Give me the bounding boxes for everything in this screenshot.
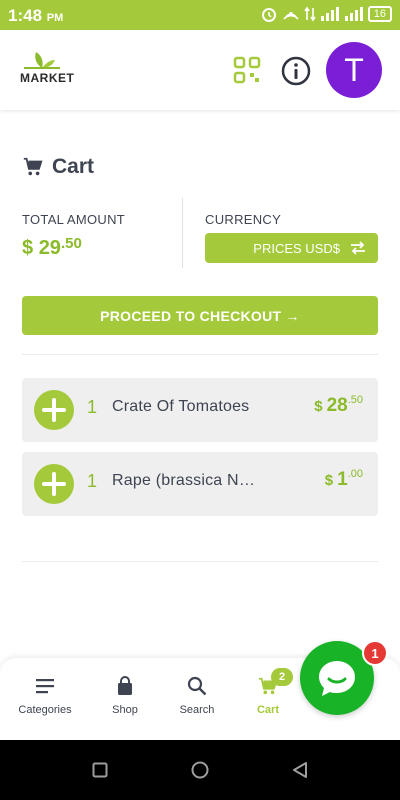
market-logo[interactable]: MARKET bbox=[20, 50, 74, 86]
menu-icon bbox=[36, 679, 54, 694]
search-icon bbox=[187, 676, 207, 696]
section-divider bbox=[22, 354, 378, 355]
nav-shop[interactable]: Shop bbox=[90, 676, 160, 716]
total-currency: $ bbox=[22, 237, 34, 259]
status-time: 1:48 PM bbox=[8, 6, 63, 26]
hotspot-icon bbox=[283, 12, 299, 20]
swap-icon bbox=[351, 241, 365, 255]
item-name: Crate Of Tomatoes bbox=[112, 398, 250, 415]
status-icons: 16 bbox=[260, 5, 392, 23]
info-icon[interactable] bbox=[280, 55, 312, 87]
cart-item: 1 Crate Of Tomatoes $28.50 bbox=[22, 378, 378, 442]
item-price: $28.50 bbox=[314, 394, 363, 417]
signal-icon bbox=[320, 7, 339, 21]
total-whole: 29 bbox=[38, 237, 61, 259]
signal-icon-2 bbox=[344, 7, 363, 21]
add-quantity-button[interactable] bbox=[34, 464, 74, 504]
shopping-bag-icon bbox=[118, 676, 132, 695]
status-time-value: 1:48 bbox=[8, 6, 43, 25]
cart-item: 1 Rape (brassica Napus) $1.00 bbox=[22, 452, 378, 516]
currency-button[interactable]: PRICES USD$ bbox=[205, 233, 378, 263]
android-navigation-bar bbox=[0, 740, 400, 800]
alarm-icon bbox=[261, 8, 276, 22]
nav-shop-label: Shop bbox=[112, 704, 138, 716]
cart-icon bbox=[23, 157, 43, 176]
nav-search-label: Search bbox=[179, 704, 215, 716]
qr-code-icon[interactable] bbox=[233, 56, 261, 84]
total-amount-label: TOTAL AMOUNT bbox=[22, 212, 126, 227]
data-transfer-icon bbox=[304, 6, 316, 22]
app-header: MARKET T bbox=[0, 30, 400, 110]
status-time-ampm: PM bbox=[46, 12, 64, 24]
nav-cart-label: Cart bbox=[256, 704, 279, 716]
item-price-whole: 1 bbox=[337, 469, 348, 490]
chat-notification-badge: 1 bbox=[362, 640, 388, 666]
leaf-icon bbox=[24, 52, 60, 69]
vertical-divider bbox=[182, 198, 183, 268]
item-price-currency: $ bbox=[314, 398, 323, 415]
status-bar: 1:48 PM 16 bbox=[0, 0, 400, 30]
total-cents: .50 bbox=[60, 235, 82, 252]
currency-label: CURRENCY bbox=[205, 212, 282, 227]
item-price-cents: .50 bbox=[347, 394, 363, 406]
add-quantity-button[interactable] bbox=[34, 390, 74, 430]
item-price-currency: $ bbox=[324, 472, 334, 489]
nav-categories-label: Categories bbox=[18, 704, 72, 716]
battery-icon: 16 bbox=[367, 6, 392, 22]
list-end-divider bbox=[22, 561, 378, 562]
back-icon[interactable] bbox=[291, 761, 309, 779]
recent-apps-icon[interactable] bbox=[92, 762, 108, 778]
item-price-cents: .00 bbox=[347, 468, 363, 480]
logo-text: MARKET bbox=[20, 71, 75, 85]
item-price: $1.00 bbox=[325, 468, 363, 491]
cart-title-text: Cart bbox=[52, 155, 95, 178]
proceed-to-checkout-button[interactable]: PROCEED TO CHECKOUT → bbox=[22, 296, 378, 335]
home-icon[interactable] bbox=[191, 761, 209, 779]
item-quantity: 1 bbox=[87, 471, 98, 491]
item-price-whole: 28 bbox=[326, 395, 348, 416]
total-amount-value: $ 29.50 bbox=[22, 235, 82, 260]
nav-categories[interactable]: Categories bbox=[10, 676, 80, 716]
cart-title: Cart bbox=[22, 155, 94, 179]
item-name: Rape (brassica Napus) bbox=[112, 472, 262, 489]
nav-cart[interactable]: Cart 2 bbox=[233, 668, 303, 716]
item-quantity: 1 bbox=[87, 397, 98, 417]
cart-count-badge: 2 bbox=[271, 668, 293, 686]
avatar[interactable]: T bbox=[326, 42, 382, 98]
currency-button-label: PRICES USD$ bbox=[253, 240, 340, 256]
nav-search[interactable]: Search bbox=[162, 676, 232, 716]
